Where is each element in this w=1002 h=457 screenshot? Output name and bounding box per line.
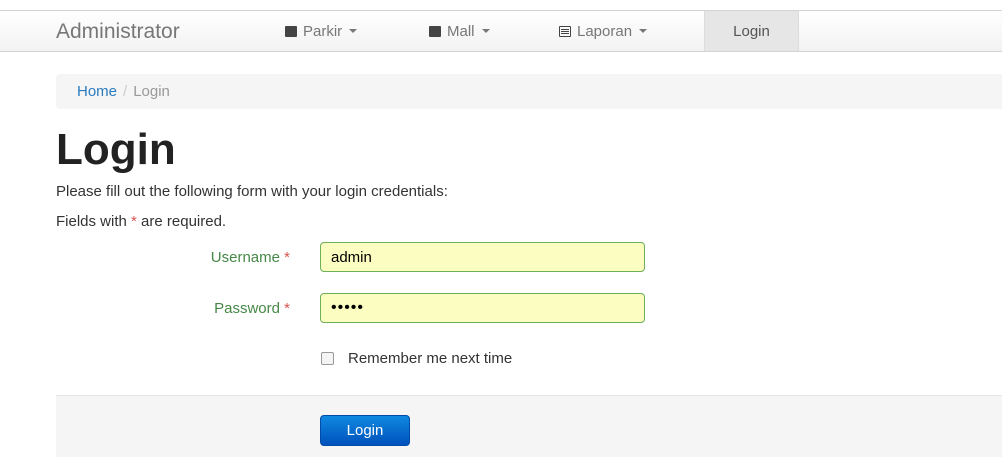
top-navbar: Administrator Parkir Mall Laporan Login	[0, 10, 1002, 52]
book-icon	[285, 25, 297, 37]
navbar-brand[interactable]: Administrator	[56, 20, 180, 44]
required-star: *	[284, 249, 290, 266]
intro-text: Please fill out the following form with …	[56, 183, 448, 200]
page-title: Login	[56, 125, 176, 174]
nav-item-parkir[interactable]: Parkir	[285, 11, 358, 51]
required-star: *	[131, 213, 137, 230]
nav-item-laporan[interactable]: Laporan	[559, 11, 648, 51]
breadcrumb-home-link[interactable]: Home	[77, 83, 117, 100]
username-label-text: Username	[210, 249, 280, 266]
login-button[interactable]: Login	[320, 415, 410, 446]
password-input[interactable]	[320, 293, 645, 323]
password-label: Password *	[50, 300, 290, 317]
list-icon	[559, 25, 571, 37]
required-note-prefix: Fields with	[56, 213, 127, 230]
nav-item-label: Parkir	[303, 22, 343, 40]
password-label-text: Password	[214, 300, 280, 317]
nav-item-label: Mall	[447, 22, 475, 40]
breadcrumb: Home / Login	[56, 74, 1002, 109]
required-note-suffix: are required.	[141, 213, 227, 230]
form-actions: Login	[56, 395, 1002, 457]
required-star: *	[284, 300, 290, 317]
username-label: Username *	[50, 249, 290, 266]
nav-item-label: Laporan	[577, 22, 633, 40]
caret-down-icon	[349, 29, 358, 33]
caret-down-icon	[639, 29, 648, 33]
caret-down-icon	[481, 29, 490, 33]
username-input[interactable]	[320, 242, 645, 272]
breadcrumb-current: Login	[133, 83, 170, 100]
remember-me-checkbox[interactable]	[321, 352, 334, 365]
remember-me[interactable]: Remember me next time	[321, 350, 512, 367]
book-icon	[429, 25, 441, 37]
remember-me-label[interactable]: Remember me next time	[348, 350, 512, 367]
nav-item-login[interactable]: Login	[704, 11, 799, 51]
required-note: Fields with * are required.	[56, 213, 226, 230]
breadcrumb-separator: /	[123, 83, 128, 100]
nav-item-mall[interactable]: Mall	[429, 11, 490, 51]
